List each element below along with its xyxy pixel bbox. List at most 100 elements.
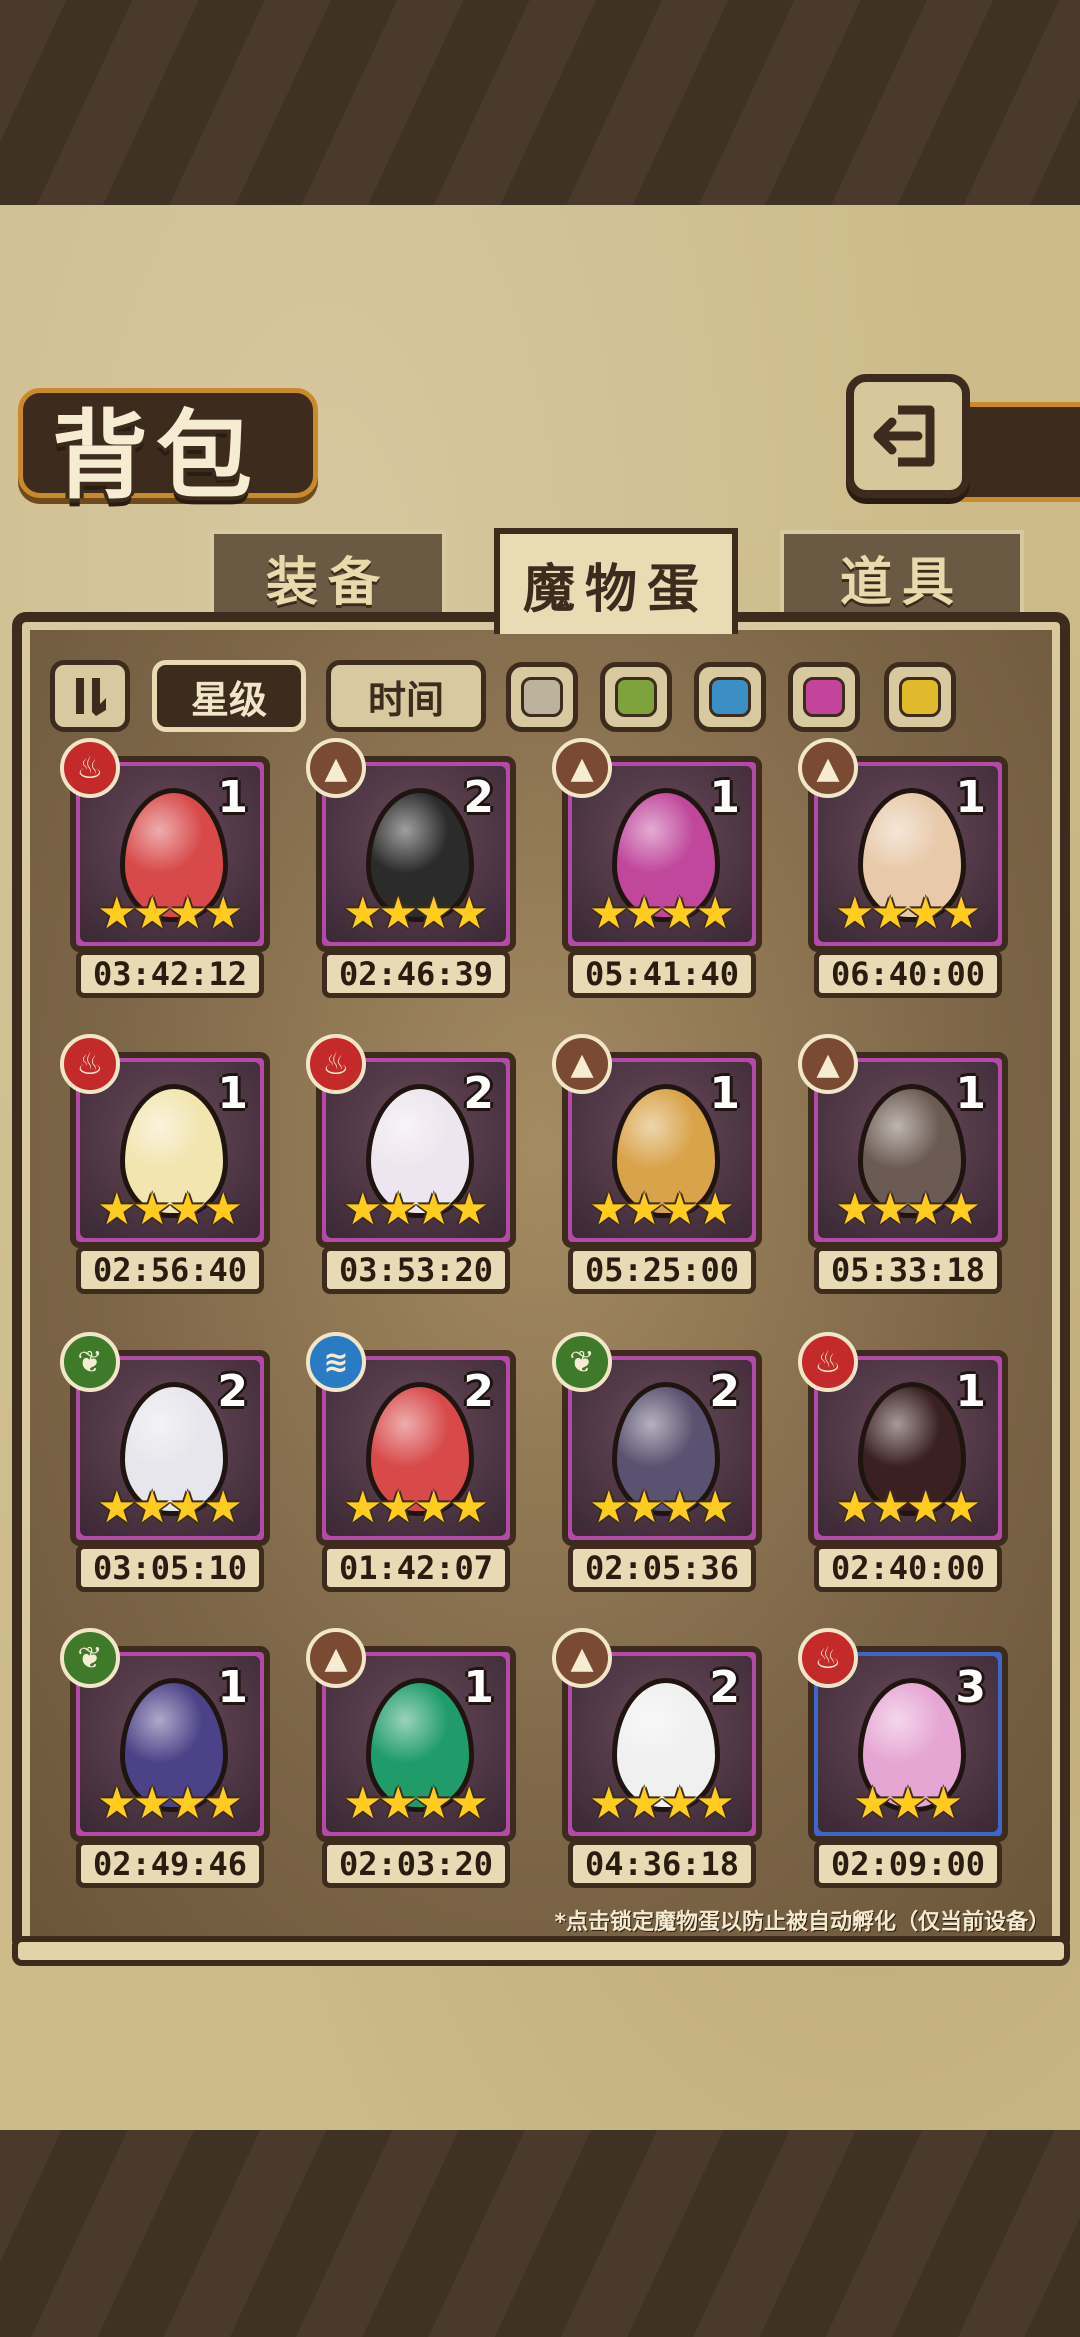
filter-green[interactable] bbox=[600, 662, 672, 732]
egg-count: 2 bbox=[709, 1662, 740, 1713]
star-icon: ★ bbox=[168, 888, 208, 939]
star-icon: ★ bbox=[132, 888, 172, 939]
egg-count: 2 bbox=[217, 1366, 248, 1417]
star-icon: ★ bbox=[870, 1184, 910, 1235]
star-icon: ★ bbox=[695, 1482, 735, 1533]
star-icon: ★ bbox=[624, 1184, 664, 1235]
back-button[interactable] bbox=[846, 374, 970, 498]
mountain-icon: ▲ bbox=[552, 738, 612, 798]
tab-items-label: 道具 bbox=[839, 552, 964, 613]
star-rating: ★ ★ ★ ★ bbox=[572, 1486, 752, 1530]
lock-hint-footnote: *点击锁定魔物蛋以防止被自动孵化（仅当前设备） bbox=[554, 1910, 1050, 1935]
tab-equipment-label: 装备 bbox=[265, 552, 390, 613]
egg-count: 1 bbox=[709, 1068, 740, 1119]
star-icon: ★ bbox=[343, 1482, 383, 1533]
panel-bottom-rail bbox=[12, 1936, 1070, 1966]
star-rating: ★ ★ ★ ★ bbox=[818, 892, 998, 936]
filter-gold[interactable] bbox=[884, 662, 956, 732]
hatch-timer: 06:40:00 bbox=[814, 950, 1002, 998]
star-icon: ★ bbox=[835, 1482, 875, 1533]
sort-by-stars-label: 星级 bbox=[190, 677, 267, 722]
star-icon: ★ bbox=[343, 1184, 383, 1235]
star-rating: ★ ★ ★ ★ bbox=[80, 1782, 260, 1826]
star-icon: ★ bbox=[695, 1184, 735, 1235]
star-icon: ★ bbox=[695, 888, 735, 939]
hatch-timer: 02:05:36 bbox=[568, 1544, 756, 1592]
flame-icon: ♨ bbox=[798, 1332, 858, 1392]
star-rating: ★ ★ ★ ★ bbox=[326, 1188, 506, 1232]
star-icon: ★ bbox=[132, 1778, 172, 1829]
filter-gray[interactable] bbox=[506, 662, 578, 732]
tab-monster-eggs[interactable]: 魔物蛋 bbox=[494, 528, 738, 634]
star-icon: ★ bbox=[97, 1778, 137, 1829]
flame-icon: ♨ bbox=[60, 738, 120, 798]
hatch-timer: 05:33:18 bbox=[814, 1246, 1002, 1294]
hatch-timer: 02:49:46 bbox=[76, 1840, 264, 1888]
egg-count: 2 bbox=[463, 1366, 494, 1417]
star-icon: ★ bbox=[203, 888, 243, 939]
star-icon: ★ bbox=[695, 1778, 735, 1829]
star-rating: ★ ★ ★ ★ bbox=[80, 1486, 260, 1530]
star-icon: ★ bbox=[414, 1778, 454, 1829]
star-icon: ★ bbox=[870, 1482, 910, 1533]
filter-blue[interactable] bbox=[694, 662, 766, 732]
egg-count: 1 bbox=[463, 1662, 494, 1713]
top-map-band bbox=[0, 0, 1080, 215]
egg-count: 1 bbox=[955, 1366, 986, 1417]
sort-by-time-button[interactable]: 时间 bbox=[326, 660, 486, 732]
page-title: 背包 bbox=[52, 400, 260, 512]
filter-purple[interactable] bbox=[788, 662, 860, 732]
star-icon: ★ bbox=[660, 888, 700, 939]
bottom-map-band bbox=[0, 2120, 1080, 2337]
star-rating: ★ ★ ★ ★ bbox=[326, 1782, 506, 1826]
gray-swatch bbox=[521, 677, 563, 717]
mountain-icon: ▲ bbox=[552, 1034, 612, 1094]
egg-count: 1 bbox=[955, 1068, 986, 1119]
star-icon: ★ bbox=[414, 1482, 454, 1533]
egg-count: 1 bbox=[955, 772, 986, 823]
star-icon: ★ bbox=[852, 1778, 893, 1829]
flame-icon: ♨ bbox=[306, 1034, 366, 1094]
star-icon: ★ bbox=[624, 1482, 664, 1533]
leaf-icon: ❦ bbox=[552, 1332, 612, 1392]
star-icon: ★ bbox=[449, 1184, 489, 1235]
star-icon: ★ bbox=[132, 1184, 172, 1235]
star-icon: ★ bbox=[343, 888, 383, 939]
hatch-timer: 04:36:18 bbox=[568, 1840, 756, 1888]
tab-equipment[interactable]: 装备 bbox=[210, 530, 446, 620]
hatch-timer: 02:03:20 bbox=[322, 1840, 510, 1888]
sort-by-time-label: 时间 bbox=[367, 677, 444, 722]
tab-monster-eggs-label: 魔物蛋 bbox=[522, 559, 709, 620]
star-icon: ★ bbox=[449, 1778, 489, 1829]
mountain-icon: ▲ bbox=[552, 1628, 612, 1688]
hatch-timer: 02:09:00 bbox=[814, 1840, 1002, 1888]
star-icon: ★ bbox=[624, 888, 664, 939]
gold-swatch bbox=[899, 677, 941, 717]
star-icon: ★ bbox=[414, 1184, 454, 1235]
star-icon: ★ bbox=[660, 1778, 700, 1829]
mountain-icon: ▲ bbox=[798, 1034, 858, 1094]
star-icon: ★ bbox=[589, 1778, 629, 1829]
star-icon: ★ bbox=[660, 1482, 700, 1533]
star-icon: ★ bbox=[589, 1184, 629, 1235]
star-icon: ★ bbox=[378, 888, 418, 939]
star-icon: ★ bbox=[906, 1184, 946, 1235]
star-icon: ★ bbox=[449, 888, 489, 939]
hatch-timer: 02:46:39 bbox=[322, 950, 510, 998]
star-icon: ★ bbox=[203, 1184, 243, 1235]
star-icon: ★ bbox=[941, 888, 981, 939]
tab-items[interactable]: 道具 bbox=[780, 530, 1024, 620]
star-rating: ★ ★ ★ ★ bbox=[326, 892, 506, 936]
star-rating: ★ ★ ★ ★ bbox=[572, 1782, 752, 1826]
flame-icon: ♨ bbox=[60, 1034, 120, 1094]
sort-order-toggle[interactable] bbox=[50, 660, 130, 732]
star-icon: ★ bbox=[168, 1184, 208, 1235]
star-icon: ★ bbox=[132, 1482, 172, 1533]
sort-by-stars-button[interactable]: 星级 bbox=[152, 660, 306, 732]
hatch-timer: 03:05:10 bbox=[76, 1544, 264, 1592]
hatch-timer: 02:56:40 bbox=[76, 1246, 264, 1294]
leaf-icon: ❦ bbox=[60, 1628, 120, 1688]
egg-count: 3 bbox=[955, 1662, 986, 1713]
star-rating: ★ ★ ★ ★ bbox=[572, 1188, 752, 1232]
purple-swatch bbox=[803, 677, 845, 717]
